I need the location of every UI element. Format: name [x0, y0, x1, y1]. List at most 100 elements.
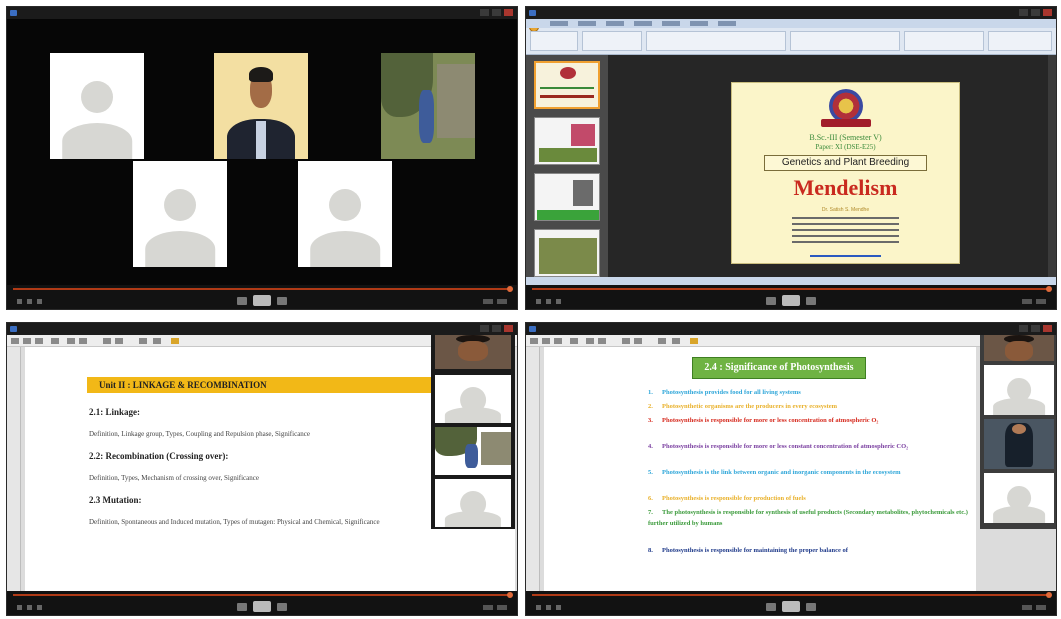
rewind-button[interactable] [766, 602, 776, 611]
maximize-button[interactable] [492, 325, 501, 332]
zoom-in-icon[interactable] [634, 338, 642, 344]
forward-button[interactable] [277, 602, 287, 611]
ribbon-group-slides[interactable] [582, 31, 642, 51]
prev-page-icon[interactable] [586, 338, 594, 344]
next-icon[interactable] [556, 605, 561, 610]
next-page-icon[interactable] [79, 338, 87, 344]
ribbon-tab[interactable] [634, 21, 652, 26]
fit-page-icon[interactable] [658, 338, 666, 344]
pause-button[interactable] [253, 295, 271, 306]
ribbon-group-font[interactable] [646, 31, 786, 51]
volume-icon[interactable] [483, 299, 493, 304]
participant-tile[interactable] [435, 375, 511, 423]
participant-tile-speaker[interactable] [984, 335, 1054, 361]
close-button[interactable] [504, 325, 513, 332]
seek-bar[interactable] [13, 592, 513, 598]
maximize-button[interactable] [1031, 9, 1040, 16]
ribbon-tab[interactable] [550, 21, 568, 26]
stop-icon[interactable] [27, 299, 32, 304]
rewind-button[interactable] [766, 296, 776, 305]
email-icon[interactable] [554, 338, 562, 344]
ribbon-tab[interactable] [690, 21, 708, 26]
search-icon[interactable] [51, 338, 59, 344]
pause-button[interactable] [253, 601, 271, 612]
zoom-out-icon[interactable] [622, 338, 630, 344]
prev-icon[interactable] [536, 299, 541, 304]
close-button[interactable] [1043, 325, 1052, 332]
next-icon[interactable] [556, 299, 561, 304]
participant-tile[interactable] [984, 365, 1054, 415]
next-page-icon[interactable] [598, 338, 606, 344]
save-icon[interactable] [11, 338, 19, 344]
volume-icon[interactable] [483, 605, 493, 610]
maximize-button[interactable] [492, 9, 501, 16]
search-icon[interactable] [570, 338, 578, 344]
zoom-in-icon[interactable] [115, 338, 123, 344]
volume-icon[interactable] [1022, 605, 1032, 610]
fullscreen-icon[interactable] [497, 605, 507, 610]
ribbon-group-editing[interactable] [988, 31, 1052, 51]
seek-knob[interactable] [507, 592, 513, 598]
participant-tile[interactable] [298, 161, 392, 267]
comment-icon[interactable] [153, 338, 161, 344]
rewind-button[interactable] [237, 296, 247, 305]
stop-icon[interactable] [546, 605, 551, 610]
fullscreen-icon[interactable] [497, 299, 507, 304]
seek-bar[interactable] [532, 286, 1052, 292]
minimize-button[interactable] [480, 325, 489, 332]
fullscreen-icon[interactable] [1036, 605, 1046, 610]
stop-icon[interactable] [546, 299, 551, 304]
current-slide[interactable]: B.Sc.-III (Semester V) Paper: XI (DSE-E2… [731, 82, 960, 264]
seek-knob[interactable] [1046, 592, 1052, 598]
seek-bar[interactable] [13, 286, 513, 292]
ribbon-tab[interactable] [662, 21, 680, 26]
next-icon[interactable] [37, 299, 42, 304]
navigation-pane[interactable] [7, 347, 21, 591]
stop-icon[interactable] [27, 605, 32, 610]
slide-thumbnail-4[interactable] [534, 229, 600, 277]
email-icon[interactable] [35, 338, 43, 344]
comment-icon[interactable] [672, 338, 680, 344]
ribbon-tab[interactable] [718, 21, 736, 26]
ribbon-group-paragraph[interactable] [790, 31, 900, 51]
pause-button[interactable] [782, 295, 800, 306]
minimize-button[interactable] [1019, 9, 1028, 16]
sign-icon[interactable] [171, 338, 179, 344]
prev-page-icon[interactable] [67, 338, 75, 344]
participant-tile[interactable] [50, 53, 144, 159]
slide-thumbnail-2[interactable] [534, 117, 600, 165]
ribbon-tab[interactable] [578, 21, 596, 26]
maximize-button[interactable] [1031, 325, 1040, 332]
prev-icon[interactable] [17, 605, 22, 610]
save-icon[interactable] [530, 338, 538, 344]
prev-icon[interactable] [17, 299, 22, 304]
forward-button[interactable] [806, 602, 816, 611]
ribbon-tab[interactable] [606, 21, 624, 26]
navigation-pane[interactable] [526, 347, 540, 591]
seek-knob[interactable] [1046, 286, 1052, 292]
slide-thumbnail-3[interactable] [534, 173, 600, 221]
fullscreen-icon[interactable] [1036, 299, 1046, 304]
participant-tile-speaker[interactable] [435, 335, 511, 369]
vertical-scrollbar[interactable] [1048, 55, 1056, 285]
fit-page-icon[interactable] [139, 338, 147, 344]
pause-button[interactable] [782, 601, 800, 612]
zoom-out-icon[interactable] [103, 338, 111, 344]
print-icon[interactable] [542, 338, 550, 344]
close-button[interactable] [1043, 9, 1052, 16]
ribbon-group-clipboard[interactable] [530, 31, 578, 51]
seek-knob[interactable] [507, 286, 513, 292]
forward-button[interactable] [277, 296, 287, 305]
forward-button[interactable] [806, 296, 816, 305]
participant-tile-outdoor[interactable] [435, 427, 511, 475]
ribbon-group-drawing[interactable] [904, 31, 984, 51]
close-button[interactable] [504, 9, 513, 16]
slide-thumbnail-1[interactable] [534, 61, 600, 109]
seek-bar[interactable] [532, 592, 1052, 598]
participant-tile[interactable] [133, 161, 227, 267]
print-icon[interactable] [23, 338, 31, 344]
minimize-button[interactable] [480, 9, 489, 16]
rewind-button[interactable] [237, 602, 247, 611]
next-icon[interactable] [37, 605, 42, 610]
volume-icon[interactable] [1022, 299, 1032, 304]
